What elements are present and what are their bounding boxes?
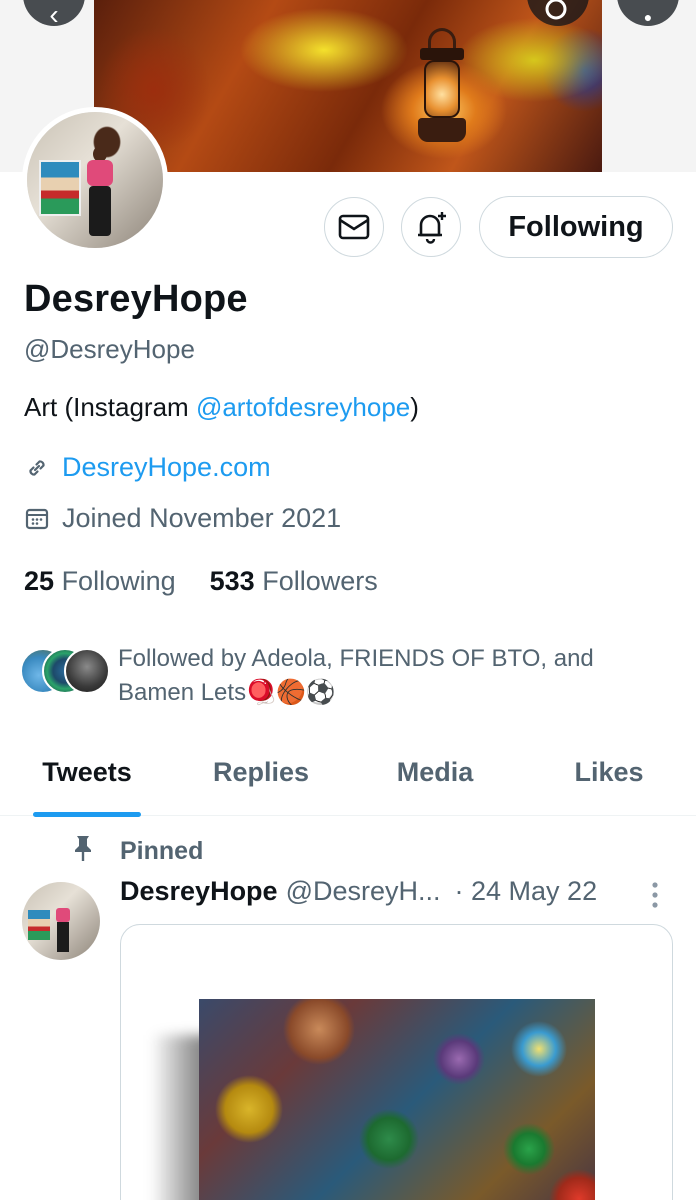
tweet-media-image xyxy=(199,999,595,1200)
vertical-dots-icon[interactable] xyxy=(650,880,660,910)
pin-icon xyxy=(72,834,94,869)
link-icon xyxy=(24,455,50,481)
notifications-button[interactable] xyxy=(401,197,461,257)
website-row: DesreyHope.com xyxy=(24,452,271,483)
follow-stats: 25 Following 533 Followers xyxy=(24,566,378,597)
more-button[interactable]: ● xyxy=(617,0,679,26)
tab-replies[interactable]: Replies xyxy=(174,742,348,815)
following-stat[interactable]: 25 Following xyxy=(24,566,176,597)
tweet-date[interactable]: · 24 May 22 xyxy=(455,876,598,907)
search-icon xyxy=(545,0,567,20)
followed-by-text: Followed by Adeola, FRIENDS OF BTO, and … xyxy=(118,645,594,706)
message-button[interactable] xyxy=(324,197,384,257)
profile-bio: Art (Instagram @artofdesreyhope) xyxy=(24,392,419,423)
followers-you-know-avatars xyxy=(20,648,112,698)
following-label: Following xyxy=(61,566,176,596)
followed-by-row[interactable]: Followed by Adeola, FRIENDS OF BTO, and … xyxy=(20,642,658,710)
pinned-label: Pinned xyxy=(120,837,204,865)
tweet-author-handle[interactable]: @DesreyH... xyxy=(286,876,441,907)
back-button[interactable]: ‹ xyxy=(23,0,85,30)
banner-painting xyxy=(94,0,602,172)
following-count: 25 xyxy=(24,566,55,596)
tab-replies-label: Replies xyxy=(212,757,310,787)
bell-plus-icon xyxy=(418,212,446,244)
avatar-image xyxy=(27,112,163,248)
tweet-header: DesreyHope @DesreyH... · 24 May 22 xyxy=(120,876,597,907)
bio-instagram-link[interactable]: @artofdesreyhope xyxy=(196,392,410,422)
following-button[interactable]: Following xyxy=(479,196,673,258)
profile-tabs: Tweets Replies Media Likes xyxy=(0,742,696,817)
website-link[interactable]: DesreyHope.com xyxy=(62,452,271,483)
pinned-indicator: Pinned xyxy=(72,834,203,869)
tab-tweets-label: Tweets xyxy=(42,757,132,787)
tab-likes[interactable]: Likes xyxy=(522,742,696,815)
tweet-author-name[interactable]: DesreyHope xyxy=(120,876,278,907)
calendar-icon xyxy=(24,506,50,532)
tab-media-label: Media xyxy=(396,757,474,787)
tweet-author-avatar[interactable] xyxy=(22,882,100,960)
active-tab-indicator xyxy=(33,812,141,817)
back-arrow-icon: ‹ xyxy=(49,0,59,30)
followers-count: 533 xyxy=(209,566,255,596)
tab-tweets[interactable]: Tweets xyxy=(0,742,174,817)
avatar xyxy=(64,648,110,694)
profile-avatar[interactable] xyxy=(22,107,168,253)
more-icon: ● xyxy=(643,9,653,25)
lantern-figure xyxy=(414,28,470,158)
tweet-media-card[interactable] xyxy=(120,924,673,1200)
profile-display-name: DesreyHope xyxy=(24,278,248,320)
followers-stat[interactable]: 533 Followers xyxy=(210,566,378,597)
tab-likes-label: Likes xyxy=(574,757,644,787)
bio-text-end: ) xyxy=(410,392,419,422)
following-button-label: Following xyxy=(508,210,644,243)
bio-text: Art (Instagram xyxy=(24,392,196,422)
joined-date: Joined November 2021 xyxy=(62,503,342,533)
envelope-icon xyxy=(338,214,370,240)
tab-media[interactable]: Media xyxy=(348,742,522,815)
profile-handle: @DesreyHope xyxy=(24,334,195,364)
followers-label: Followers xyxy=(262,566,378,596)
joined-row: Joined November 2021 xyxy=(24,503,341,534)
